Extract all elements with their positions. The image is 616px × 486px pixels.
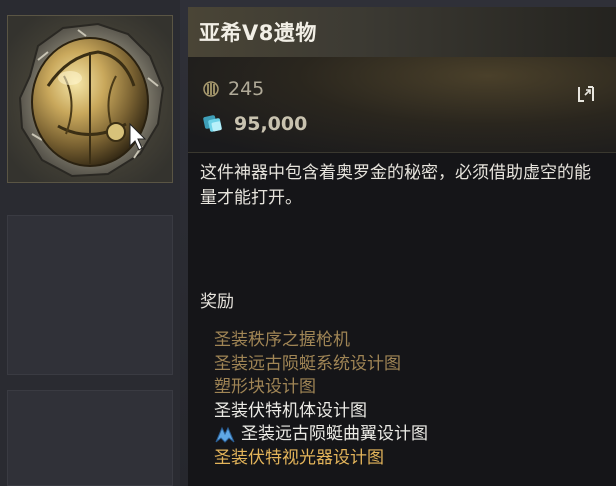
swap-compare-icon[interactable] xyxy=(576,84,596,104)
reward-item-label: 圣装伏特视光器设计图 xyxy=(214,447,384,468)
reward-item: 圣装伏特机体设计图 xyxy=(214,400,428,424)
tooltip-divider xyxy=(188,152,616,153)
reward-item: 塑形块设计图 xyxy=(214,376,428,400)
glimmer-cost-value: 95,000 xyxy=(234,113,308,135)
ship-emblem-icon xyxy=(215,426,235,443)
power-level-icon xyxy=(203,81,219,97)
ornate-golden-egg-relic-icon xyxy=(8,16,172,182)
inventory-screen: 亚希V8遗物 245 95,000 这件神器中包含着奥罗金的秘密，必须借助虚空的… xyxy=(0,0,616,486)
rewards-heading: 奖励 xyxy=(200,292,234,312)
reward-item-label: 圣装秩序之握枪机 xyxy=(214,330,350,351)
inventory-column xyxy=(0,0,180,486)
glimmer-currency-icon xyxy=(203,115,222,132)
item-description: 这件神器中包含着奥罗金的秘密，必须借助虚空的能量才能打开。 xyxy=(200,163,591,208)
power-row: 245 xyxy=(202,78,264,100)
rewards-list: 圣装秩序之握枪机 圣装远古陨蜓系统设计图 塑形块设计图 圣装伏特机体设计图圣装远古陨蜓… xyxy=(214,329,428,470)
glimmer-row: 95,000 xyxy=(202,112,307,136)
empty-inventory-slot[interactable] xyxy=(7,215,173,375)
reward-item: 圣装伏特视光器设计图 xyxy=(214,447,428,471)
reward-item-label: 圣装伏特机体设计图 xyxy=(214,400,367,421)
reward-item: 圣装秩序之握枪机 xyxy=(214,329,428,353)
reward-item-label: 圣装远古陨蜓系统设计图 xyxy=(214,353,401,374)
reward-item-label: 圣装远古陨蜓曲翼设计图 xyxy=(241,424,428,445)
tooltip-header: 亚希V8遗物 xyxy=(188,7,616,57)
item-title: 亚希V8遗物 xyxy=(199,21,317,45)
reward-item-label: 塑形块设计图 xyxy=(214,377,316,398)
reward-item: 圣装远古陨蜓系统设计图 xyxy=(214,353,428,377)
tooltip-stats: 245 95,000 xyxy=(188,57,616,152)
empty-inventory-slot[interactable] xyxy=(7,390,173,486)
relic-item-slot[interactable] xyxy=(7,15,173,183)
reward-item: 圣装远古陨蜓曲翼设计图 xyxy=(214,423,428,447)
power-value: 245 xyxy=(228,78,265,100)
item-tooltip: 亚希V8遗物 245 95,000 这件神器中包含着奥罗金的秘密，必须借助虚空的… xyxy=(188,7,616,486)
